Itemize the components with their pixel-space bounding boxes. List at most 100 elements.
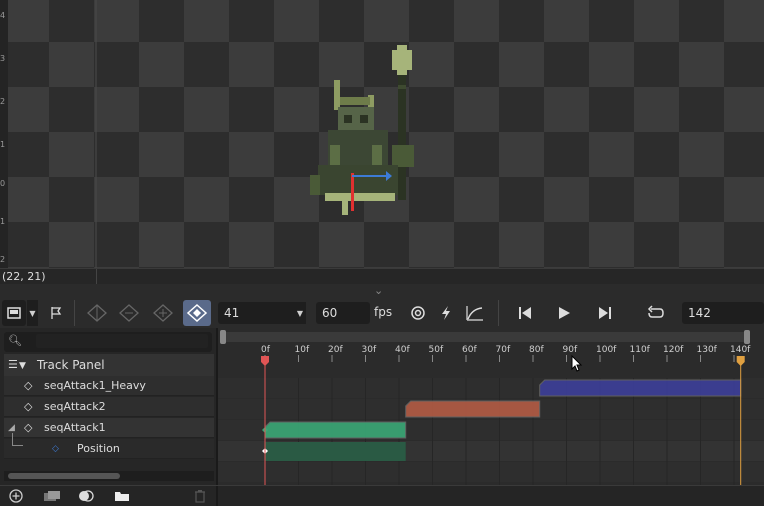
track-label: Position xyxy=(77,442,120,455)
status-bar: (22, 21) xyxy=(0,268,764,285)
fps-label: fps xyxy=(374,305,393,319)
add-track-button[interactable] xyxy=(6,486,26,506)
timeline-tick-label: 90f xyxy=(563,345,578,355)
add-group-button[interactable] xyxy=(42,486,62,506)
dropdown-arrow-icon: ▼ xyxy=(29,308,36,318)
onion-skin-button[interactable] xyxy=(408,300,428,326)
view-mode-dropdown[interactable]: ▼ xyxy=(27,300,38,326)
keyframe-toggle-button[interactable] xyxy=(183,300,211,326)
timeline-tick-label: 130f xyxy=(697,345,718,355)
keyframe-remove-button[interactable] xyxy=(116,300,142,326)
track-row[interactable]: ◇ seqAttack2 xyxy=(4,397,214,417)
current-frame-dropdown[interactable]: ▼ xyxy=(294,302,306,324)
track-label: seqAttack2 xyxy=(44,400,106,413)
folder-button[interactable] xyxy=(112,486,132,506)
curve-icon xyxy=(466,306,483,321)
add-icon xyxy=(9,489,23,503)
search-icon: 🔍︎ xyxy=(8,334,22,347)
panel-splitter[interactable]: ⌄ xyxy=(0,284,764,298)
timeline-tick-label: 80f xyxy=(529,345,544,355)
timeline-tick-label: 120f xyxy=(663,345,684,355)
track-row[interactable]: ◇ Position xyxy=(4,433,214,459)
sprite-character xyxy=(310,45,414,215)
timeline-tick-label: 50f xyxy=(429,345,444,355)
keyframe-split-button[interactable] xyxy=(84,300,110,326)
range-handle-start[interactable] xyxy=(220,330,226,344)
keyframe-toggle-icon xyxy=(186,304,208,322)
bottom-toolbar xyxy=(0,485,764,506)
timeline-tick-label: 110f xyxy=(630,345,651,355)
collapse-arrow-icon[interactable]: ▼ xyxy=(19,355,26,377)
ruler-label: 2 xyxy=(0,255,6,264)
track-panel-header[interactable]: ☰ ▼ Track Panel xyxy=(4,354,214,376)
keyframe-diamond-icon[interactable]: ◇ xyxy=(24,376,32,396)
delete-button[interactable] xyxy=(190,486,210,506)
ruler-label: 2 xyxy=(0,97,6,106)
search-input[interactable]: 🔍︎ xyxy=(4,332,212,352)
mouse-cursor-icon xyxy=(571,355,583,372)
skip-to-end-button[interactable] xyxy=(594,300,616,326)
sort-icon[interactable]: ☰ xyxy=(8,354,18,376)
skip-start-icon xyxy=(519,307,531,319)
current-frame-input[interactable]: 41 xyxy=(218,302,298,324)
ruler-label: 3 xyxy=(0,54,6,63)
timeline-range-bar[interactable] xyxy=(222,332,746,342)
keyframe-diamond-icon[interactable]: ◇ xyxy=(24,418,32,438)
ruler-label: 1 xyxy=(0,140,6,149)
collapse-chevron-icon[interactable]: ⌄ xyxy=(374,284,383,297)
timeline-tick-label: 40f xyxy=(395,345,410,355)
fps-input[interactable]: 60 xyxy=(316,302,370,324)
end-frame-marker[interactable] xyxy=(736,356,745,366)
mask-icon xyxy=(79,490,94,502)
viewport[interactable]: 4 3 2 1 0 1 2 xyxy=(0,0,764,268)
curve-editor-button[interactable] xyxy=(464,300,486,326)
timeline-clip[interactable] xyxy=(405,400,541,418)
timeline-clip[interactable] xyxy=(539,379,742,397)
keyframe-diamond-icon[interactable]: ◇ xyxy=(24,397,32,417)
property-diamond-icon: ◇ xyxy=(52,444,59,454)
trash-icon xyxy=(195,490,205,503)
lightning-button[interactable] xyxy=(436,300,456,326)
timeline-clip[interactable] xyxy=(264,421,407,439)
mask-button[interactable] xyxy=(76,486,96,506)
divider xyxy=(498,300,499,326)
track-panel: 🔍︎ ☰ ▼ Track Panel ◇ seqAttack1_Heavy ◇ … xyxy=(0,328,218,485)
property-keyframe-span[interactable] xyxy=(265,442,406,461)
timeline[interactable]: 0f 10f 20f 30f 40f 50f 60f 70f 80f 90f 100f 110f 120… xyxy=(218,328,764,485)
timeline-tick-label: 0f xyxy=(261,345,271,355)
animation-toolbar: ▼ 41 ▼ 60 fps 142 xyxy=(0,298,764,328)
skip-end-icon xyxy=(599,307,611,319)
search-field[interactable] xyxy=(36,334,208,348)
end-frame-input[interactable]: 142 xyxy=(682,302,764,324)
timeline-tick-label: 140f xyxy=(730,345,751,355)
scrollbar-thumb[interactable] xyxy=(8,473,120,479)
view-mode-button[interactable] xyxy=(2,300,26,326)
ruler-label: 1 xyxy=(0,217,6,226)
flag-icon xyxy=(51,307,62,319)
track-label: seqAttack1_Heavy xyxy=(44,379,146,392)
track-row[interactable]: ◇ seqAttack1_Heavy xyxy=(4,376,214,396)
play-button[interactable] xyxy=(553,300,575,326)
start-frame-marker[interactable] xyxy=(261,356,269,366)
cursor-coordinates: (22, 21) xyxy=(2,270,46,283)
keyframe-remove-icon xyxy=(119,304,139,322)
divider xyxy=(96,269,97,285)
keyframe-split-icon xyxy=(87,304,107,322)
flag-button[interactable] xyxy=(44,300,68,326)
folder-icon xyxy=(115,492,129,501)
keyframe-add-button[interactable] xyxy=(150,300,176,326)
timeline-tick-label: 20f xyxy=(328,345,343,355)
folder-stack-icon xyxy=(44,491,60,501)
skip-to-start-button[interactable] xyxy=(514,300,536,326)
ruler-label: 0 xyxy=(0,179,6,188)
timeline-row[interactable] xyxy=(218,462,764,482)
horizontal-scrollbar[interactable] xyxy=(4,471,214,481)
loop-button[interactable] xyxy=(644,300,668,326)
keyframe-add-icon xyxy=(153,304,173,322)
timeline-tick-label: 100f xyxy=(596,345,617,355)
view-mode-icon xyxy=(7,307,21,319)
timeline-canvas[interactable]: 0f 10f 20f 30f 40f 50f 60f 70f 80f 90f 100f 110f 120… xyxy=(218,328,764,485)
track-row[interactable]: ◢ ◇ seqAttack1 xyxy=(4,418,214,438)
range-handle-end[interactable] xyxy=(744,330,750,344)
timeline-tick-label: 10f xyxy=(295,345,310,355)
